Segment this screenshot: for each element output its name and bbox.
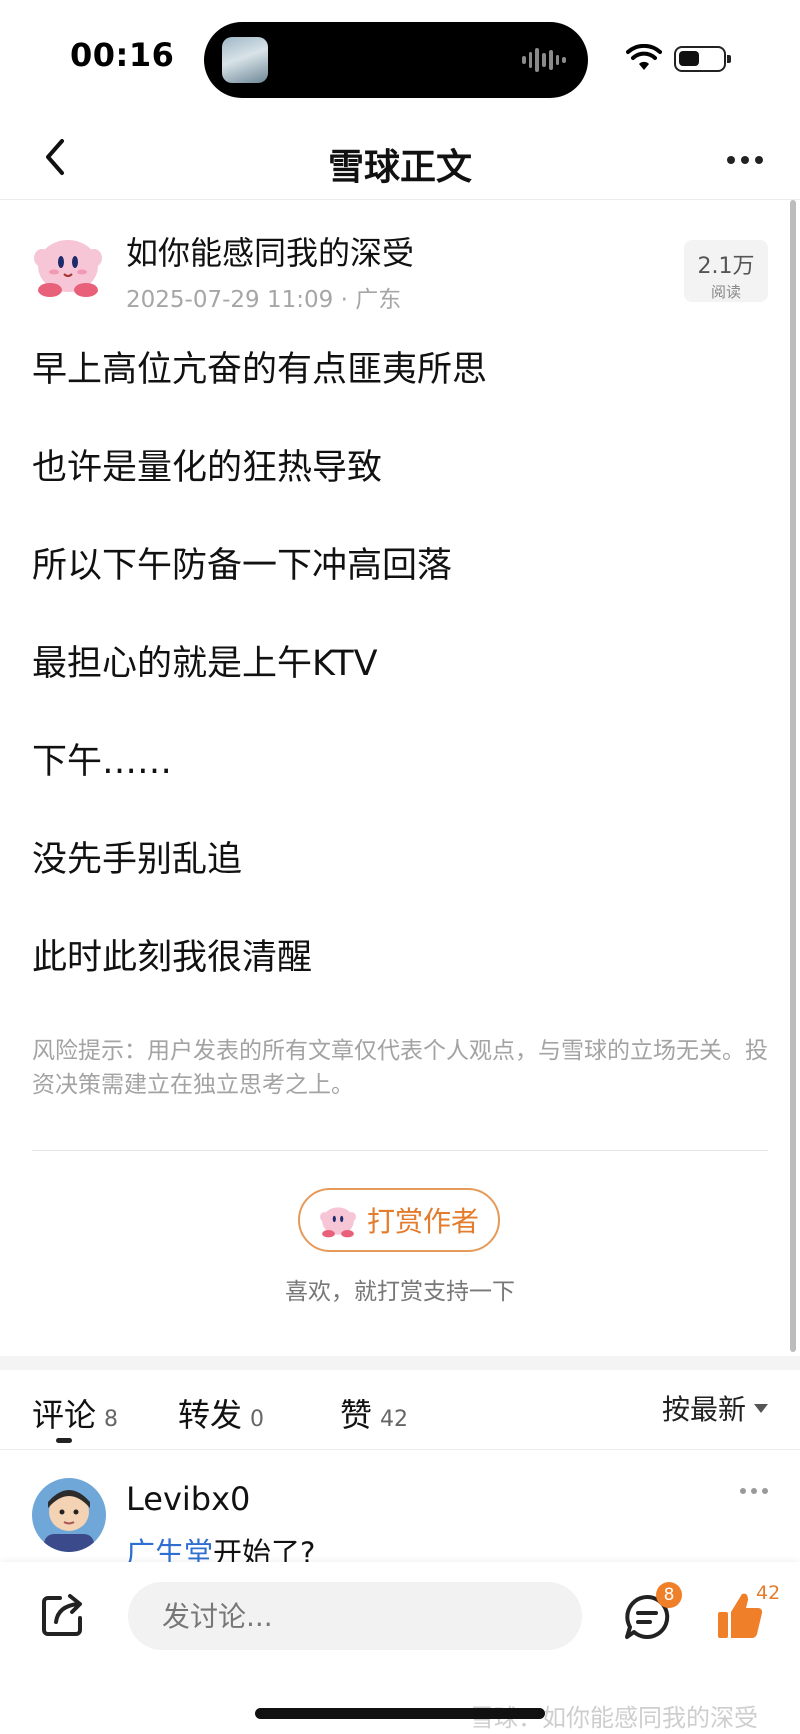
read-label: 阅读 — [710, 283, 741, 301]
more-dot — [751, 1488, 757, 1494]
wifi-icon — [626, 44, 662, 70]
comment-item[interactable]: Levibx0 广生堂开始了? — [32, 1470, 768, 1570]
more-dot — [740, 1488, 746, 1494]
divider — [32, 1150, 768, 1151]
tab-likes[interactable]: 赞 42 — [340, 1390, 408, 1436]
post-line: 也许是量化的狂热导致 — [32, 448, 383, 488]
post-line: 最担心的就是上午KTV — [32, 644, 378, 684]
nav-bar: 雪球正文 — [0, 118, 800, 200]
post-line: 没先手别乱追 — [32, 840, 243, 880]
post-header: 如你能感同我的深受 2025-07-29 11:09 · 广东 2.1万 阅读 — [32, 222, 768, 313]
tab-count: 8 — [104, 1407, 119, 1432]
active-tab-indicator — [56, 1438, 72, 1443]
post-meta: 2025-07-29 11:09 · 广东 — [126, 287, 402, 313]
read-count: 2.1万 — [697, 254, 755, 279]
tip-author-button[interactable]: 打赏作者 — [298, 1188, 500, 1252]
dynamic-island[interactable] — [204, 22, 588, 98]
status-time: 00:16 — [70, 36, 175, 74]
tab-count: 0 — [250, 1407, 265, 1432]
now-playing-thumbnail — [222, 37, 268, 83]
post-body: 早上高位亢奋的有点匪夷所思 也许是量化的狂热导致 所以下午防备一下冲高回落 最担… — [32, 346, 772, 1032]
post-line: 此时此刻我很清醒 — [32, 938, 313, 978]
tab-comments[interactable]: 评论 8 — [32, 1390, 118, 1436]
comment-tabs: 评论 8 转发 0 赞 42 按最新 — [0, 1370, 800, 1450]
post-line: 下午…… — [32, 742, 173, 782]
tab-label: 转发 — [178, 1396, 243, 1434]
sort-dropdown[interactable]: 按最新 — [662, 1388, 768, 1428]
author-name[interactable]: 如你能感同我的深受 — [126, 228, 414, 274]
more-options-button[interactable] — [720, 140, 770, 180]
bottom-action-bar: 8 42 雪球：如你能感同我的深受 — [0, 1562, 800, 1734]
tip-button-label: 打赏作者 — [366, 1205, 479, 1238]
author-avatar[interactable] — [32, 228, 104, 300]
home-indicator[interactable] — [255, 1708, 545, 1719]
more-dot — [727, 156, 735, 164]
tab-label: 评论 — [32, 1396, 97, 1434]
section-separator — [0, 1356, 800, 1370]
share-icon[interactable] — [40, 1592, 86, 1638]
commenter-name[interactable]: Levibx0 — [126, 1480, 250, 1518]
commenter-avatar[interactable] — [32, 1478, 106, 1552]
scrollbar[interactable] — [790, 200, 796, 1352]
comments-count-badge: 8 — [656, 1582, 682, 1608]
status-bar: 00:16 — [0, 0, 800, 118]
more-dot — [762, 1488, 768, 1494]
more-dot — [755, 156, 763, 164]
more-dot — [741, 156, 749, 164]
battery-icon — [674, 46, 731, 72]
like-count: 42 — [756, 1582, 781, 1604]
read-count-badge: 2.1万 阅读 — [684, 240, 768, 302]
caret-down-icon — [754, 1403, 768, 1413]
sort-label: 按最新 — [661, 1393, 746, 1426]
tip-subtext: 喜欢，就打赏支持一下 — [285, 1279, 515, 1305]
comment-more-button[interactable] — [740, 1488, 768, 1494]
page-title: 雪球正文 — [327, 147, 472, 188]
risk-disclaimer: 风险提示：用户发表的所有文章仅代表个人观点，与雪球的立场无关。投资决策需建立在独… — [32, 1038, 768, 1098]
tab-count: 42 — [380, 1407, 409, 1432]
post-line: 早上高位亢奋的有点匪夷所思 — [32, 350, 488, 390]
post-line: 所以下午防备一下冲高回落 — [32, 546, 453, 586]
tab-label: 赞 — [340, 1396, 373, 1434]
kirby-icon — [320, 1207, 356, 1238]
audio-wave-icon — [522, 46, 567, 74]
tab-reposts[interactable]: 转发 0 — [178, 1390, 264, 1436]
comment-input[interactable] — [128, 1582, 582, 1650]
